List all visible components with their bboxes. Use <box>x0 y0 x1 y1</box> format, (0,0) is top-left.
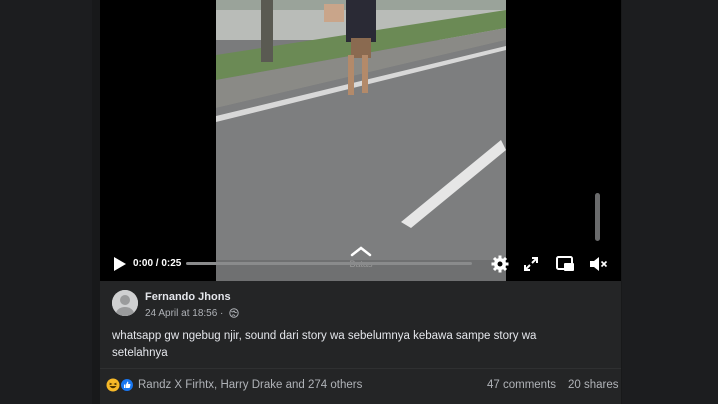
right-gutter <box>622 0 718 404</box>
fullscreen-icon[interactable] <box>521 254 541 274</box>
video-progress-bar[interactable] <box>186 262 472 265</box>
post-header: Fernando Jhons 24 April at 18:56 · <box>112 288 612 328</box>
video-scene <box>216 0 506 281</box>
avatar-placeholder-icon <box>112 290 138 316</box>
post-timestamp[interactable]: 24 April at 18:56 · <box>145 308 223 319</box>
muted-icon[interactable] <box>588 254 608 274</box>
shares-count[interactable]: 20 shares <box>568 379 619 391</box>
comments-count[interactable]: 47 comments <box>487 379 556 391</box>
left-gutter <box>0 0 92 404</box>
globe-icon <box>229 308 239 319</box>
video-controls: 0:00 / 0:25 <box>100 250 621 278</box>
avatar[interactable] <box>112 290 138 316</box>
reaction-names[interactable]: Randz X Firhtx, Harry Drake and 274 othe… <box>138 379 362 391</box>
author-name[interactable]: Fernando Jhons <box>145 291 231 303</box>
haha-icon[interactable] <box>106 378 120 392</box>
video-player[interactable]: Batas 0:00 / 0:25 <box>100 0 621 281</box>
picture-in-picture-icon[interactable] <box>555 254 575 274</box>
post-text: whatsapp gw ngebug njir, sound dari stor… <box>112 330 537 359</box>
play-icon[interactable] <box>109 254 129 274</box>
settings-icon[interactable] <box>490 254 510 274</box>
post-card: Batas 0:00 / 0:25 <box>100 0 621 404</box>
video-scroll-thumb[interactable] <box>595 193 600 241</box>
post-meta: 24 April at 18:56 · <box>145 308 239 319</box>
reactions-row: Randz X Firhtx, Harry Drake and 274 othe… <box>100 372 621 400</box>
divider <box>100 368 621 369</box>
video-frame[interactable] <box>216 0 506 281</box>
video-time: 0:00 / 0:25 <box>133 258 182 269</box>
like-icon[interactable] <box>120 378 134 392</box>
